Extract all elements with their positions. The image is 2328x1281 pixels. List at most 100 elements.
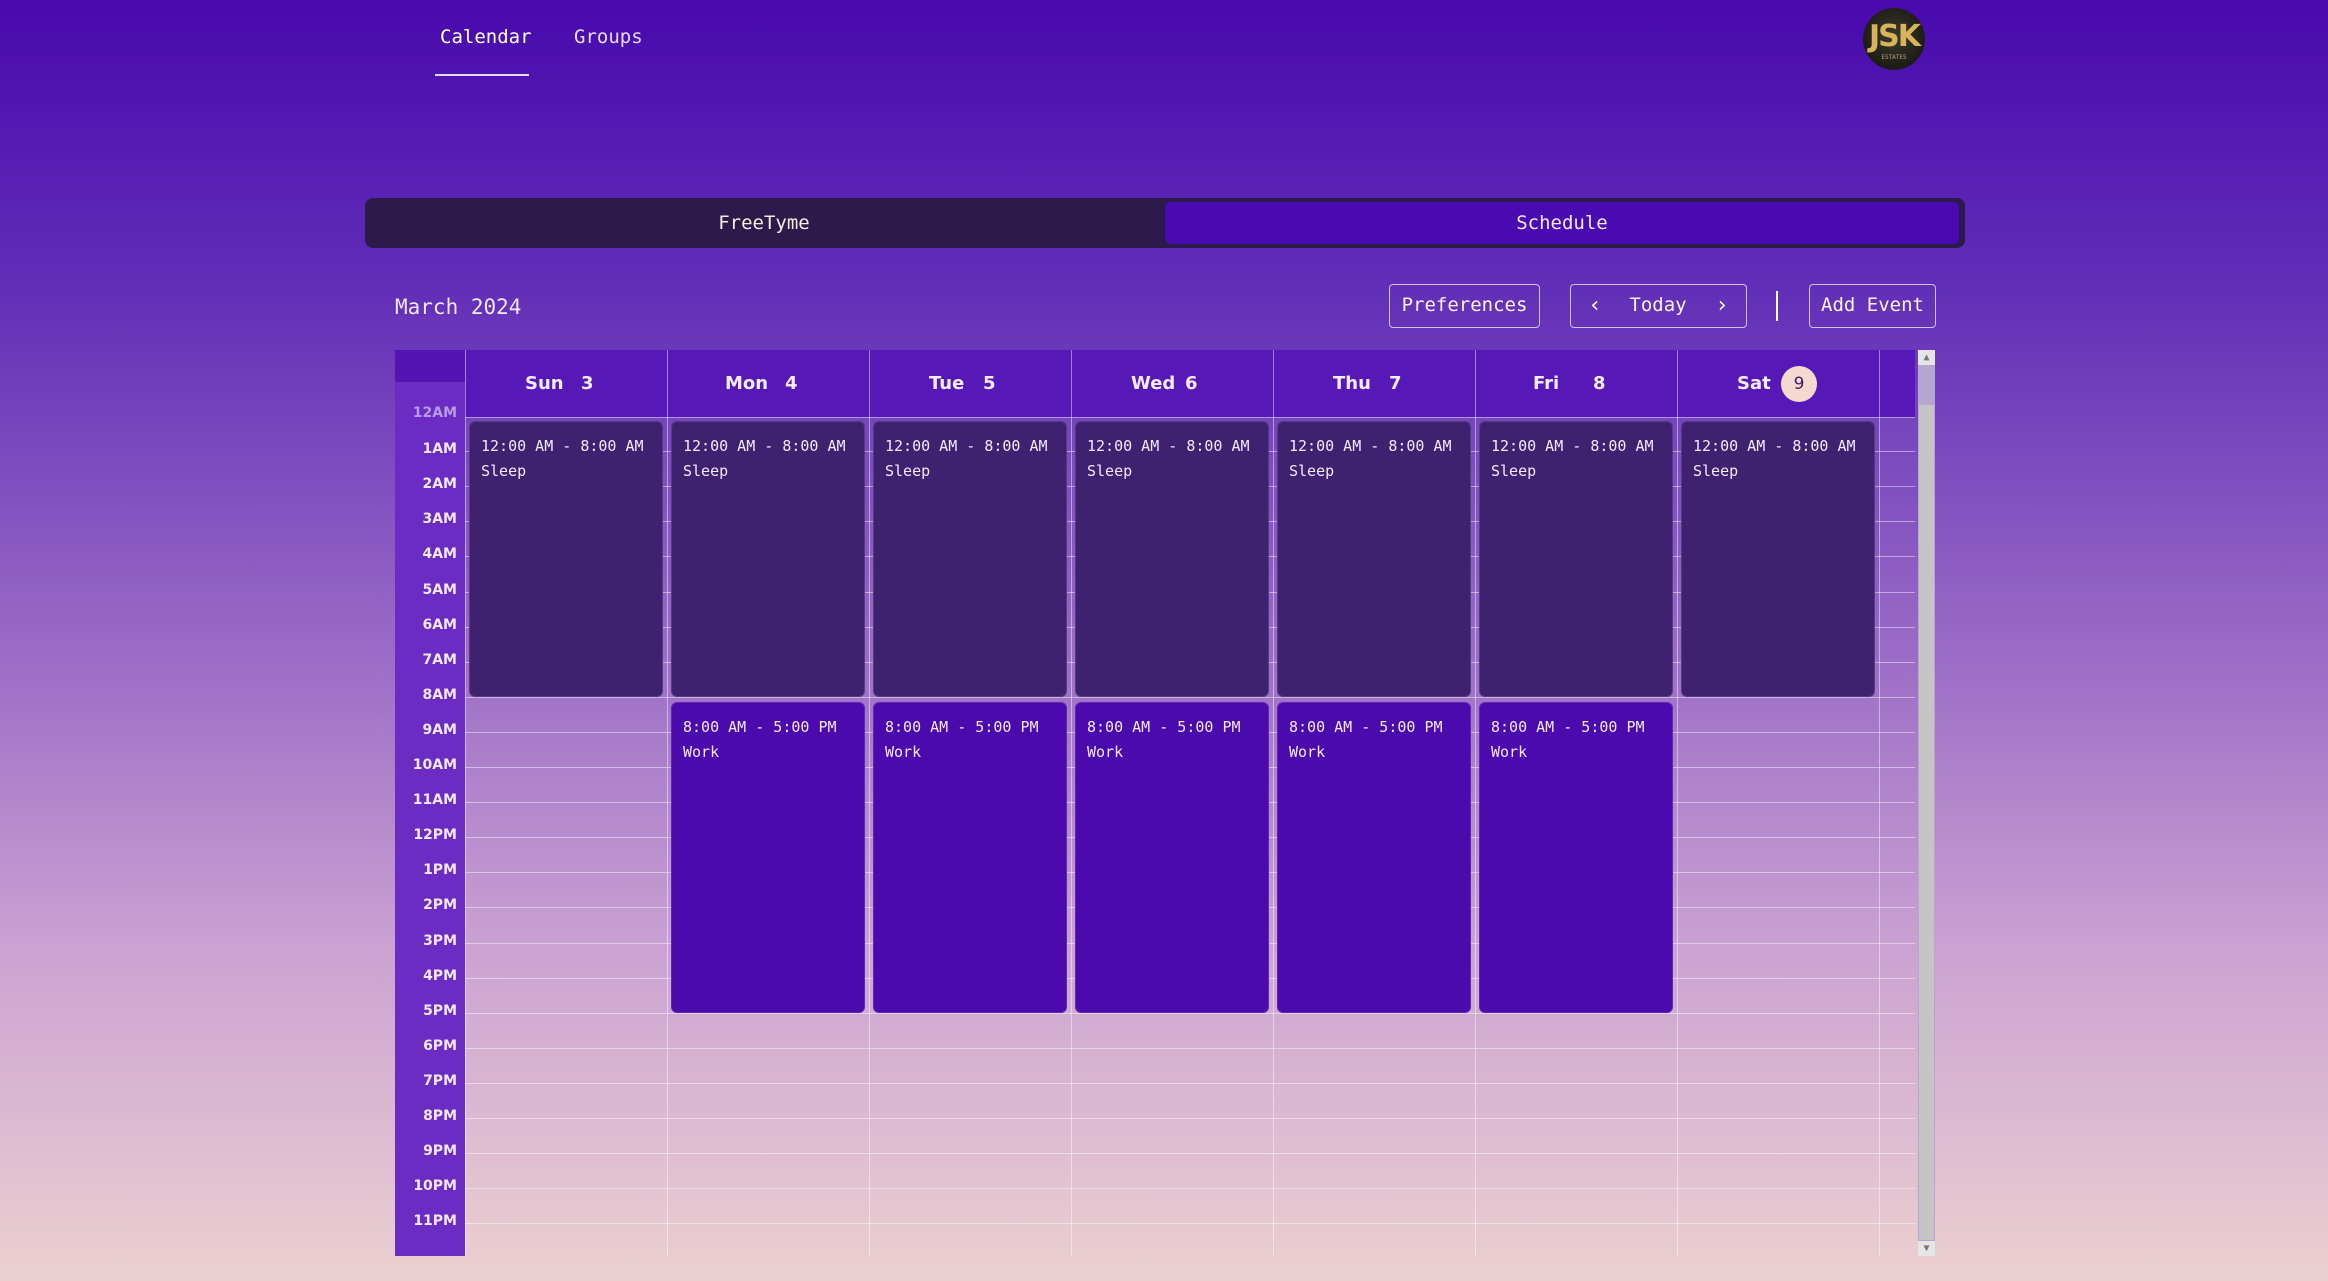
event-time: 12:00 AM - 8:00 AM [1491, 437, 1654, 455]
hour-label: 10AM [412, 757, 457, 773]
tab-calendar[interactable]: Calendar [440, 26, 532, 48]
avatar-logo-caption: ESTATES [1881, 54, 1907, 61]
preferences-button[interactable]: Preferences [1389, 284, 1540, 328]
event-sleep[interactable]: 12:00 AM - 8:00 AM Sleep [1479, 421, 1673, 697]
event-title: Sleep [1693, 462, 1739, 480]
event-title: Sleep [1491, 462, 1537, 480]
chevron-left-icon[interactable]: ‹ [1575, 285, 1615, 326]
hour-label: 1AM [422, 441, 457, 458]
today-date-badge: 9 [1781, 366, 1817, 402]
scroll-up-arrow-icon[interactable]: ▲ [1918, 350, 1935, 365]
hour-label: 2PM [423, 897, 457, 914]
hour-label: 3PM [423, 932, 457, 949]
day-header[interactable]: Sat 9 [1677, 350, 1879, 417]
toolbar-divider [1776, 291, 1778, 321]
event-sleep[interactable]: 12:00 AM - 8:00 AM Sleep [1681, 421, 1875, 697]
top-nav: Calendar Groups JSK ESTATES [0, 0, 2328, 80]
day-name: Wed [1131, 373, 1176, 394]
hour-label: 7AM [422, 651, 457, 668]
hour-label: 5AM [422, 581, 457, 598]
event-time: 12:00 AM - 8:00 AM [1693, 437, 1856, 455]
day-date: 3 [581, 373, 594, 394]
event-title: Sleep [1289, 462, 1335, 480]
event-title: Work [1087, 742, 1124, 761]
hour-label: 1PM [423, 862, 457, 879]
day-column-divider [1071, 350, 1072, 1256]
hour-label: 8AM [422, 686, 457, 703]
hour-label: 9AM [422, 721, 457, 738]
hour-label: 11AM [412, 792, 457, 809]
day-column-divider [1879, 350, 1880, 1256]
day-column-divider [465, 350, 466, 1256]
calendar-scrollbar[interactable]: ▲ ▼ [1918, 350, 1935, 1256]
freetyme-toggle[interactable]: FreeTyme [369, 202, 1159, 244]
event-work[interactable]: 8:00 AM - 5:00 PM Work [1075, 701, 1269, 1013]
hour-label: 10PM [413, 1178, 457, 1195]
event-sleep[interactable]: 12:00 AM - 8:00 AM Sleep [1277, 421, 1471, 697]
hour-label: 6AM [422, 616, 457, 633]
event-work[interactable]: 8:00 AM - 5:00 PM Work [1479, 701, 1673, 1013]
hour-label: 9PM [423, 1143, 457, 1160]
scroll-down-arrow-icon[interactable]: ▼ [1918, 1241, 1935, 1256]
hour-gridline [465, 696, 1915, 698]
hour-gridline [465, 1118, 1915, 1119]
event-title: Work [1491, 742, 1528, 761]
date-navigation: ‹ Today › [1570, 284, 1747, 328]
hour-gridline [465, 1082, 1915, 1084]
day-date: 4 [785, 373, 798, 394]
day-column-divider [869, 350, 870, 1256]
event-title: Sleep [885, 462, 931, 480]
day-column-divider [1677, 350, 1678, 1256]
event-work[interactable]: 8:00 AM - 5:00 PM Work [873, 701, 1067, 1013]
chevron-right-icon[interactable]: › [1702, 285, 1742, 326]
event-sleep[interactable]: 12:00 AM - 8:00 AM Sleep [671, 421, 865, 697]
day-name: Sat [1737, 373, 1771, 394]
schedule-toggle[interactable]: Schedule [1165, 202, 1959, 244]
day-header[interactable]: Thu 7 [1273, 350, 1475, 417]
event-time: 12:00 AM - 8:00 AM [885, 437, 1048, 455]
event-sleep[interactable]: 12:00 AM - 8:00 AM Sleep [873, 421, 1067, 697]
day-date: 5 [983, 373, 996, 394]
event-work[interactable]: 8:00 AM - 5:00 PM Work [1277, 701, 1471, 1013]
hour-label: 5PM [423, 1002, 457, 1019]
hour-label: 3AM [422, 511, 457, 528]
day-name: Tue [929, 373, 965, 394]
scroll-thumb[interactable] [1919, 405, 1934, 1240]
day-header[interactable]: Sun 3 [465, 350, 667, 417]
hour-label: 6PM [423, 1037, 457, 1054]
event-work[interactable]: 8:00 AM - 5:00 PM Work [671, 701, 865, 1013]
day-header[interactable]: Tue 5 [869, 350, 1071, 417]
event-sleep[interactable]: 12:00 AM - 8:00 AM Sleep [469, 421, 663, 697]
hour-gridline [465, 1012, 1915, 1014]
day-name: Fri [1533, 373, 1560, 394]
hour-gridline [465, 1153, 1915, 1155]
tab-groups[interactable]: Groups [574, 26, 643, 48]
day-header[interactable]: Fri 8 [1475, 350, 1677, 417]
event-title: Work [885, 742, 922, 761]
calendar-grid[interactable]: 12:00 AM - 8:00 AM Sleep 12:00 AM - 8:00 A… [465, 350, 1915, 1256]
event-time: 8:00 AM - 5:00 PM [1491, 717, 1645, 736]
add-event-button[interactable]: Add Event [1809, 284, 1936, 328]
event-time: 12:00 AM - 8:00 AM [683, 437, 846, 455]
day-name: Thu [1333, 373, 1371, 394]
event-time: 12:00 AM - 8:00 AM [1289, 437, 1452, 455]
hour-label: 12PM [413, 827, 457, 844]
hour-gridline [465, 1047, 1915, 1049]
event-time: 8:00 AM - 5:00 PM [1087, 717, 1241, 736]
day-date: 6 [1185, 373, 1198, 394]
day-header[interactable]: Wed 6 [1071, 350, 1273, 417]
day-column-divider [1475, 350, 1476, 1256]
hour-label: 12AM [412, 405, 457, 421]
event-time: 8:00 AM - 5:00 PM [683, 717, 837, 736]
avatar[interactable]: JSK ESTATES [1863, 8, 1925, 70]
hour-label: 7PM [423, 1072, 457, 1089]
hour-gridline [465, 1188, 1915, 1190]
hour-label: 4AM [422, 546, 457, 563]
event-title: Work [1289, 742, 1326, 761]
today-button[interactable]: Today [1615, 285, 1701, 326]
day-header[interactable]: Mon 4 [667, 350, 869, 417]
day-header-row: Sun 3 Mon 4 Tue 5 Wed 6 Thu 7 Fri 8 Sat 9 [465, 350, 1915, 418]
event-sleep[interactable]: 12:00 AM - 8:00 AM Sleep [1075, 421, 1269, 697]
event-title: Sleep [1087, 462, 1133, 480]
view-switcher: FreeTyme Schedule [365, 198, 1965, 248]
